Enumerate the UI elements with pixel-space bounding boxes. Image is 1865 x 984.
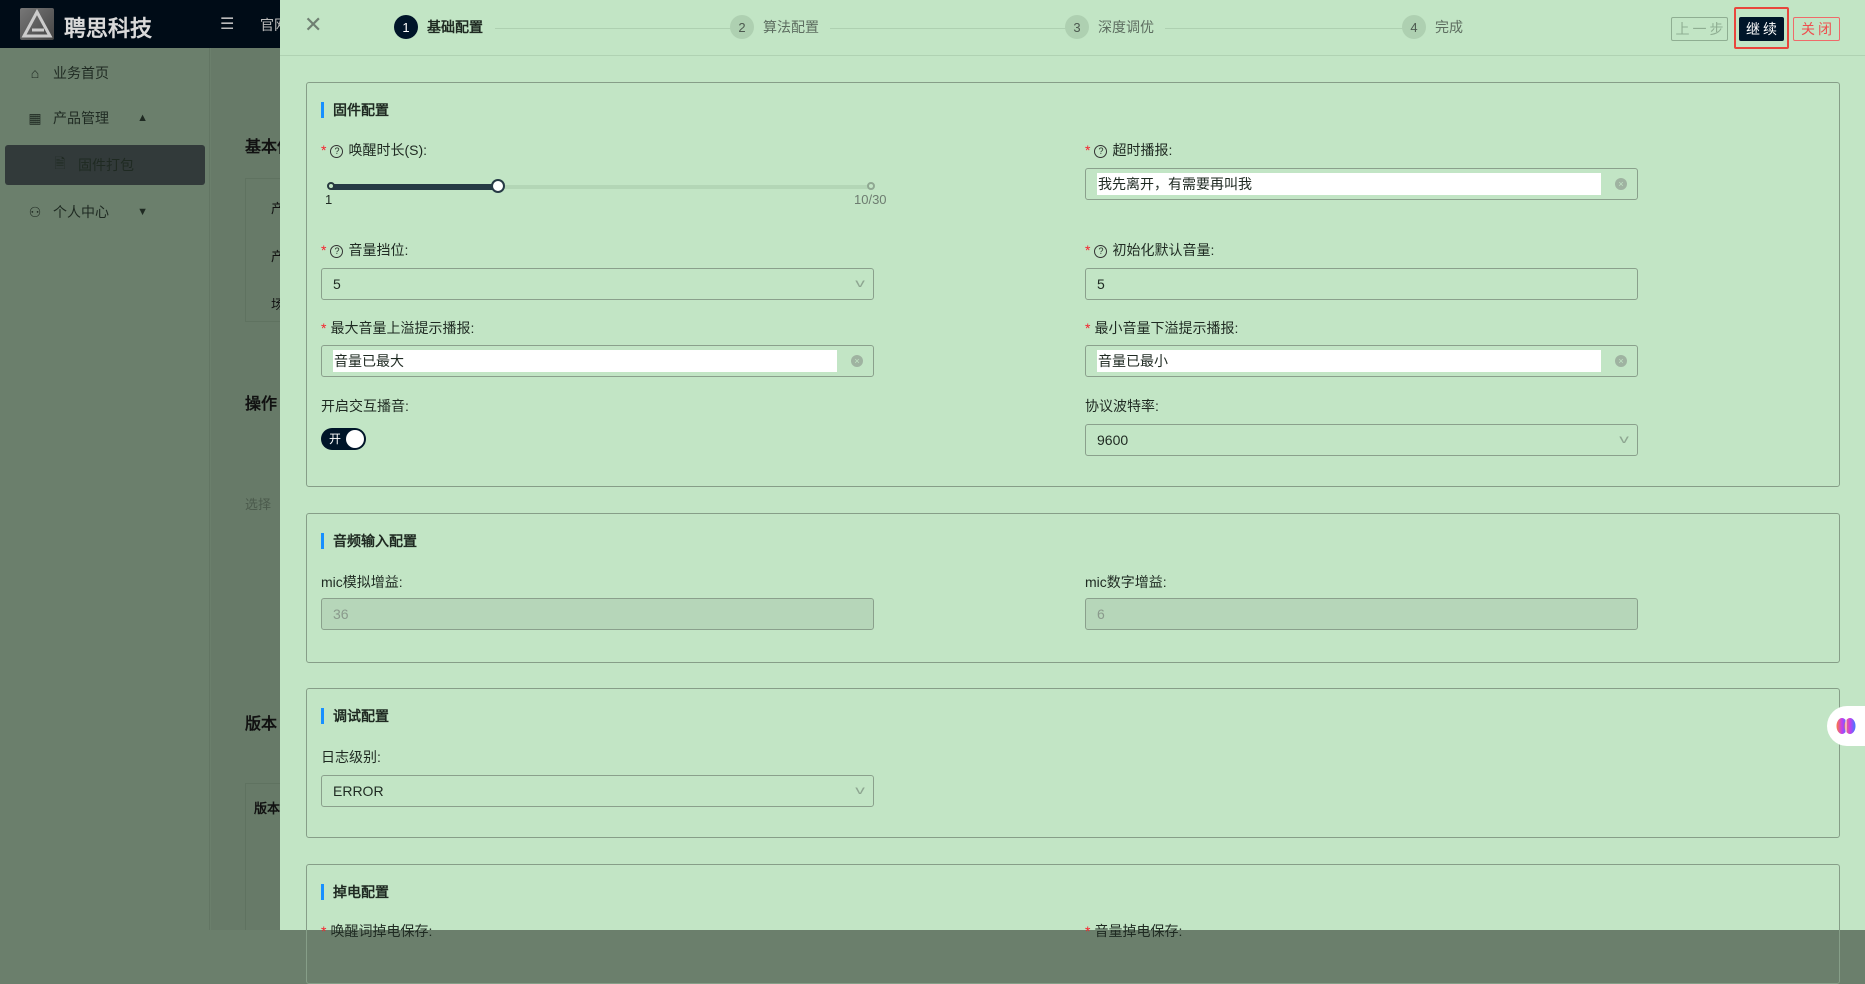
step-basic-config: 1 基础配置 [394, 15, 483, 39]
clear-icon[interactable]: × [1615, 178, 1627, 190]
wake-word-save-label: * 唤醒词掉电保存: [321, 923, 433, 939]
mic-analog-label: mic模拟增益: [321, 574, 403, 590]
section-title: 掉电配置 [321, 884, 389, 900]
logo-icon [20, 8, 54, 40]
file-icon: 🗎 [54, 155, 66, 171]
volume-level-label: *? 音量挡位: [321, 242, 409, 258]
wake-duration-slider[interactable] [327, 179, 875, 193]
step-label: 算法配置 [763, 19, 819, 35]
step-number: 4 [1402, 15, 1426, 39]
slider-min-label: 1 [325, 192, 333, 207]
sidebar-item-firmware-pack[interactable]: 🗎 固件打包 [5, 145, 205, 185]
sidebar-item-label: 个人中心 [53, 204, 109, 220]
menu-fold-icon[interactable]: ☰ [220, 14, 234, 34]
step-finish: 4 完成 [1402, 15, 1463, 39]
default-volume-label: *? 初始化默认音量: [1085, 242, 1215, 258]
sidebar-item-profile[interactable]: ⚇ 个人中心 ▼ [0, 192, 210, 232]
step-number: 2 [730, 15, 754, 39]
sidebar-item-home[interactable]: ⌂ 业务首页 [0, 53, 210, 93]
log-level-label: 日志级别: [321, 749, 381, 765]
slider-end-dot [867, 182, 875, 190]
volume-level-select[interactable]: 5v [321, 268, 874, 300]
bg-cell: 场 [271, 297, 280, 312]
step-label: 基础配置 [427, 19, 483, 35]
help-icon[interactable]: ? [1094, 245, 1108, 258]
step-algorithm-config: 2 算法配置 [730, 15, 819, 39]
clear-icon[interactable]: × [1615, 355, 1627, 367]
sidebar: ⌂ 业务首页 ▦ 产品管理 ▲ 🗎 固件打包 ⚇ 个人中心 ▼ [0, 48, 210, 930]
step-label: 深度调优 [1098, 19, 1154, 35]
bg-heading: 基本信 [245, 139, 280, 156]
sidebar-item-products[interactable]: ▦ 产品管理 ▲ [0, 98, 210, 138]
timeout-prompt-input[interactable]: 我先离开，有需要再叫我 × [1085, 168, 1638, 200]
chevron-down-icon: v [855, 276, 865, 290]
close-icon[interactable]: ✕ [304, 12, 322, 38]
ai-assistant-button[interactable] [1827, 706, 1865, 746]
max-volume-prompt-label: * 最大音量上溢提示播报: [321, 320, 475, 336]
max-volume-prompt-input[interactable]: 音量已最大 × [321, 345, 874, 377]
wake-duration-label: *? 唤醒时长(S): [321, 142, 428, 158]
clear-icon[interactable]: × [851, 355, 863, 367]
step-deep-tuning: 3 深度调优 [1065, 15, 1154, 39]
timeout-prompt-label: *? 超时播报: [1085, 142, 1173, 158]
baud-rate-label: 协议波特率: [1085, 398, 1159, 414]
prev-step-button[interactable]: 上一步 [1671, 17, 1728, 41]
section-title: 调试配置 [321, 708, 389, 724]
step-number: 1 [394, 15, 418, 39]
chevron-down-icon: ▼ [137, 206, 148, 218]
bg-heading: 操作 [245, 396, 278, 413]
audio-input-card: 音频输入配置 [306, 513, 1840, 663]
mic-digital-label: mic数字增益: [1085, 574, 1167, 590]
chevron-down-icon: v [855, 783, 865, 797]
min-volume-prompt-input[interactable]: 音量已最小 × [1085, 345, 1638, 377]
grid-icon: ▦ [28, 109, 42, 126]
sidebar-item-label: 产品管理 [53, 110, 109, 126]
bg-heading: 版本 [245, 716, 278, 733]
drawer-header: ✕ 1 基础配置 2 算法配置 3 深度调优 4 完成 上一步 继续 关闭 [280, 0, 1865, 56]
continue-button[interactable]: 继续 [1739, 17, 1784, 41]
top-bar: 聘思科技 ☰ 官网 [0, 0, 280, 48]
power-config-card: 掉电配置 [306, 864, 1840, 984]
brain-icon [1836, 718, 1856, 734]
baud-rate-select[interactable]: 9600 v [1085, 424, 1638, 456]
chevron-down-icon: v [1619, 432, 1629, 446]
sidebar-item-label: 固件打包 [78, 157, 134, 173]
min-volume-prompt-label: * 最小音量下溢提示播报: [1085, 320, 1239, 336]
interactive-sound-toggle[interactable]: 开 [321, 428, 366, 450]
config-drawer: ✕ 1 基础配置 2 算法配置 3 深度调优 4 完成 上一步 继续 关闭 固件配置 *… [280, 0, 1865, 984]
mic-analog-input[interactable]: 36 [321, 598, 874, 630]
default-volume-input[interactable]: 5 [1085, 268, 1638, 300]
log-level-select[interactable]: ERROR v [321, 775, 874, 807]
section-title: 音频输入配置 [321, 533, 417, 549]
mic-digital-input[interactable]: 6 [1085, 598, 1638, 630]
debug-config-card: 调试配置 [306, 688, 1840, 838]
bg-text: 选择 [245, 497, 272, 512]
brand-name: 聘思科技 [64, 16, 153, 41]
home-icon: ⌂ [30, 65, 40, 81]
background-content: 基本信 产 产 场 操作 选择 版本 版本 [211, 48, 280, 930]
help-icon[interactable]: ? [1094, 145, 1108, 158]
interactive-sound-label: 开启交互播音: [321, 398, 409, 414]
chevron-up-icon: ▲ [137, 112, 148, 124]
step-number: 3 [1065, 15, 1089, 39]
slider-handle[interactable] [490, 179, 505, 193]
top-nav-link[interactable]: 官网 [260, 15, 280, 35]
sidebar-item-label: 业务首页 [53, 65, 109, 81]
user-icon: ⚇ [28, 203, 42, 220]
slider-start-dot [327, 182, 335, 190]
step-label: 完成 [1435, 19, 1463, 35]
bg-cell: 产 [271, 201, 280, 216]
section-title: 固件配置 [321, 102, 389, 118]
volume-save-label: * 音量掉电保存: [1085, 923, 1183, 939]
help-icon[interactable]: ? [330, 245, 344, 258]
close-button[interactable]: 关闭 [1793, 17, 1840, 41]
bg-cell: 产 [271, 249, 280, 264]
slider-max-label: 10/30 [854, 192, 887, 207]
help-icon[interactable]: ? [330, 145, 344, 158]
bg-col-header: 版本 [254, 801, 280, 816]
